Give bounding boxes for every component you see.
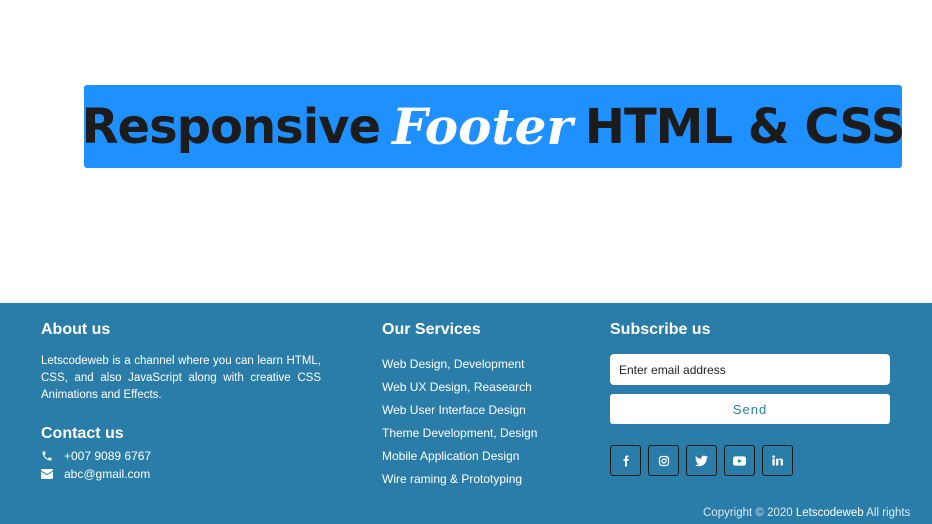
- banner-word-footer: Footer: [392, 97, 573, 156]
- contact-phone-text: +007 9089 6767: [64, 449, 152, 463]
- copyright-prefix: Copyright © 2020: [703, 507, 793, 519]
- instagram-icon: [658, 455, 669, 466]
- copyright-brand-link[interactable]: Letscodeweb: [796, 507, 864, 519]
- send-button[interactable]: Send: [610, 394, 890, 424]
- service-link[interactable]: Web UX Design, Reasearch: [382, 379, 537, 402]
- phone-icon: [41, 450, 53, 462]
- linkedin-icon: [772, 455, 783, 466]
- copyright: Copyright © 2020 Letscodeweb All rights: [703, 507, 910, 519]
- youtube-link[interactable]: [724, 445, 755, 476]
- service-link[interactable]: Theme Development, Design: [382, 425, 537, 448]
- social-links: [610, 445, 793, 476]
- banner-word-html-css: HTML & CSS: [584, 98, 906, 155]
- service-link[interactable]: Web User Interface Design: [382, 402, 537, 425]
- contact-title: Contact us: [41, 425, 124, 442]
- about-title: About us: [41, 321, 111, 338]
- service-link[interactable]: Mobile Application Design: [382, 448, 537, 471]
- twitter-link[interactable]: [686, 445, 717, 476]
- site-footer: About us Letscodeweb is a channel where …: [0, 303, 932, 524]
- services-title: Our Services: [382, 321, 481, 338]
- copyright-suffix: All rights: [866, 507, 911, 519]
- contact-phone[interactable]: +007 9089 6767: [41, 449, 151, 463]
- envelope-icon: [41, 469, 53, 479]
- about-text: Letscodeweb is a channel where you can l…: [41, 355, 321, 401]
- instagram-link[interactable]: [648, 445, 679, 476]
- youtube-icon: [733, 455, 746, 466]
- banner-word-responsive: Responsive: [81, 98, 381, 155]
- title-banner: Responsive Footer HTML & CSS: [81, 85, 906, 168]
- service-link[interactable]: Wire raming & Prototyping: [382, 471, 537, 494]
- service-link[interactable]: Web Design, Development: [382, 356, 537, 379]
- services-list: Web Design, Development Web UX Design, R…: [382, 356, 537, 494]
- contact-email-text: abc@gmail.com: [64, 467, 151, 481]
- facebook-icon: [623, 455, 629, 466]
- linkedin-link[interactable]: [762, 445, 793, 476]
- contact-email[interactable]: abc@gmail.com: [41, 467, 150, 481]
- subscribe-title: Subscribe us: [610, 321, 711, 338]
- email-input[interactable]: [610, 354, 890, 385]
- twitter-icon: [695, 455, 708, 466]
- facebook-link[interactable]: [610, 445, 641, 476]
